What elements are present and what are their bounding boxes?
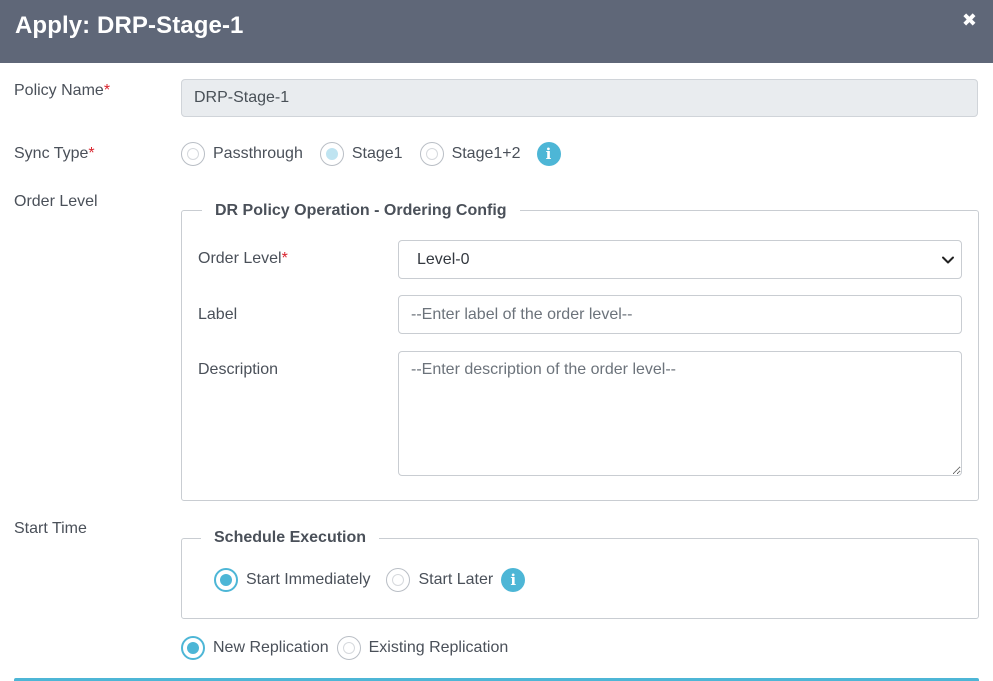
order-level-selected-value: Level-0 <box>417 251 470 268</box>
radio-circle[interactable] <box>386 568 411 592</box>
order-level-label-text: Order Level <box>198 250 282 267</box>
radio-circle[interactable] <box>181 636 205 660</box>
required-mark: * <box>103 82 111 99</box>
label-input[interactable] <box>398 295 962 334</box>
sync-type-label-text: Sync Type <box>14 145 89 162</box>
radio-stage1-label: Stage1 <box>351 145 403 162</box>
radio-passthrough-label: Passthrough <box>213 145 303 162</box>
radio-new-replication[interactable]: New Replication <box>181 636 329 660</box>
radio-circle[interactable] <box>336 636 361 660</box>
radio-start-later-label: Start Later <box>418 571 494 588</box>
radio-start-immediately[interactable]: Start Immediately <box>214 568 370 592</box>
radio-circle[interactable] <box>419 142 444 166</box>
radio-circle[interactable] <box>214 568 238 592</box>
policy-name-field: DRP-Stage-1 <box>181 79 978 117</box>
radio-circle[interactable] <box>319 142 344 166</box>
info-icon[interactable]: i <box>501 568 526 592</box>
description-textarea[interactable] <box>398 351 962 476</box>
radio-stage1-2[interactable]: Stage1+2 <box>419 142 521 166</box>
modal-title: Apply: DRP-Stage-1 <box>15 12 244 39</box>
required-mark: * <box>88 145 95 162</box>
sync-type-label: Sync Type* <box>14 145 95 163</box>
info-icon[interactable]: i <box>536 142 561 166</box>
policy-name-label: Policy Name* <box>14 82 110 100</box>
radio-stage1-2-label: Stage1+2 <box>451 145 521 162</box>
start-time-row-label: Start Time <box>14 520 87 537</box>
schedule-radio-group: Start Immediately Start Later i <box>214 568 526 592</box>
radio-circle[interactable] <box>181 142 205 166</box>
order-level-row-label: Order Level <box>14 193 98 210</box>
modal-header: Apply: DRP-Stage-1 ✖ <box>0 0 993 63</box>
replication-radio-group: New Replication Existing Replication <box>181 636 508 660</box>
radio-stage1[interactable]: Stage1 <box>319 142 403 166</box>
required-mark: * <box>281 250 288 267</box>
schedule-legend: Schedule Execution <box>201 529 380 547</box>
radio-start-immediately-label: Start Immediately <box>246 571 371 588</box>
chevron-down-icon <box>942 256 954 264</box>
close-icon[interactable]: ✖ <box>962 10 977 30</box>
ordering-config-legend: DR Policy Operation - Ordering Config <box>202 202 520 220</box>
policy-name-label-text: Policy Name <box>14 82 104 99</box>
radio-new-replication-label: New Replication <box>213 639 329 656</box>
radio-existing-replication[interactable]: Existing Replication <box>336 636 509 660</box>
radio-existing-replication-label: Existing Replication <box>368 639 509 656</box>
radio-passthrough[interactable]: Passthrough <box>181 142 303 166</box>
order-level-select[interactable]: Level-0 <box>398 240 962 279</box>
radio-start-later[interactable]: Start Later <box>386 568 493 592</box>
sync-type-radio-group: Passthrough Stage1 Stage1+2 i <box>181 142 561 166</box>
order-level-label: Order Level* <box>198 250 288 268</box>
description-field-label: Description <box>198 361 279 378</box>
label-field-label: Label <box>198 306 238 323</box>
